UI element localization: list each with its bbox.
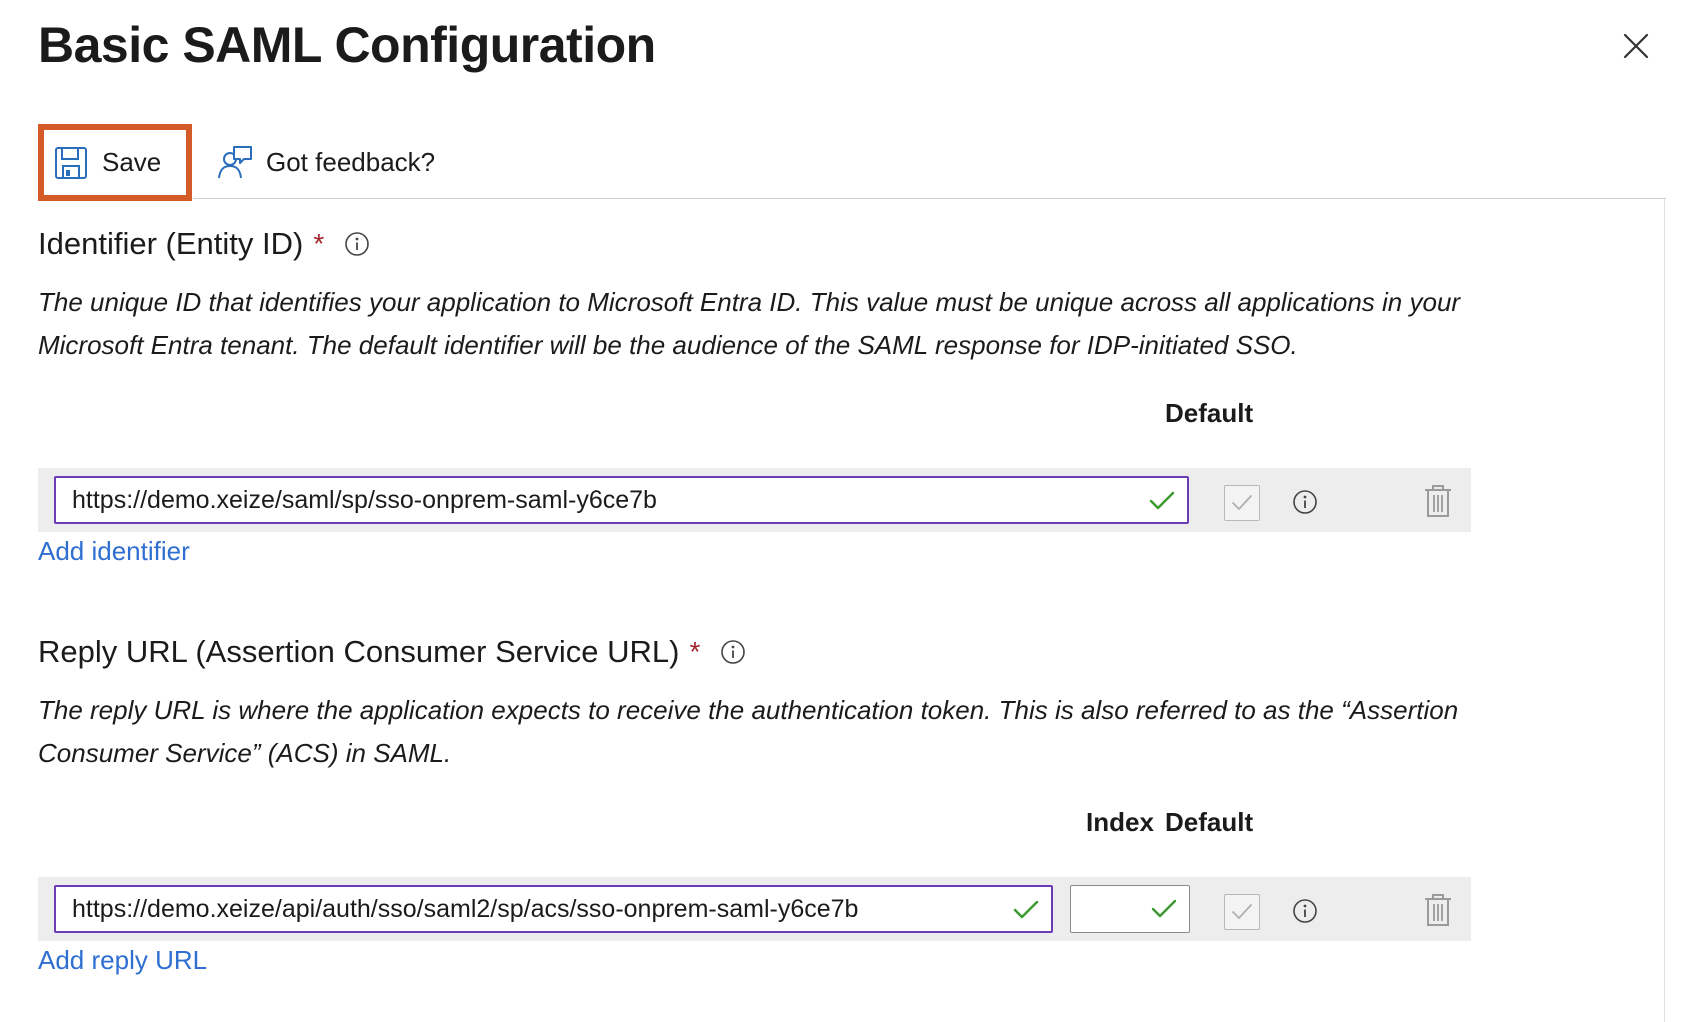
reply-url-heading: Reply URL (Assertion Consumer Service UR… — [38, 634, 746, 670]
saml-config-panel: Basic SAML Configuration Save Got feedba… — [0, 0, 1682, 1022]
info-icon[interactable] — [344, 231, 370, 257]
trash-icon[interactable] — [1424, 893, 1452, 927]
reply-url-index-column-header: Index — [1086, 807, 1154, 837]
required-marker: * — [689, 636, 701, 667]
panel-divider — [1664, 198, 1665, 1022]
reply-url-input[interactable]: https://demo.xeize/api/auth/sso/saml2/sp… — [54, 885, 1053, 933]
save-button-label: Save — [102, 147, 162, 177]
close-button[interactable] — [1620, 30, 1652, 62]
info-icon[interactable] — [1292, 489, 1318, 515]
feedback-person-icon — [218, 146, 252, 179]
checkbox-check-icon — [1232, 904, 1252, 919]
feedback-button-label: Got feedback? — [266, 146, 436, 177]
reply-url-description: The reply URL is where the application e… — [38, 695, 1459, 768]
reply-url-input-value: https://demo.xeize/api/auth/sso/saml2/sp… — [72, 894, 859, 923]
identifier-default-column-header: Default — [1165, 398, 1254, 428]
page-title: Basic SAML Configuration — [38, 17, 656, 73]
command-bar: Save Got feedback? — [38, 124, 1666, 201]
command-bar-divider — [193, 198, 1666, 199]
info-icon[interactable] — [1292, 898, 1318, 924]
checkmark-icon — [1151, 899, 1177, 918]
reply-url-heading-text: Reply URL (Assertion Consumer Service UR… — [38, 634, 680, 669]
floppy-disk-icon — [55, 146, 87, 179]
reply-url-default-column-header: Default — [1165, 807, 1254, 837]
identifier-heading: Identifier (Entity ID) * — [38, 226, 370, 262]
checkmark-icon — [1013, 900, 1039, 919]
identifier-description: The unique ID that identifies your appli… — [38, 287, 1461, 360]
add-identifier-link[interactable]: Add identifier — [38, 536, 190, 567]
checkmark-icon — [1149, 491, 1175, 510]
info-icon[interactable] — [720, 639, 746, 665]
identifier-input[interactable]: https://demo.xeize/saml/sp/sso-onprem-sa… — [54, 476, 1189, 524]
required-marker: * — [313, 228, 325, 259]
checkbox-check-icon — [1232, 495, 1252, 510]
identifier-default-checkbox[interactable] — [1224, 485, 1260, 521]
identifier-heading-text: Identifier (Entity ID) — [38, 226, 304, 261]
reply-url-index-input[interactable] — [1070, 885, 1190, 933]
trash-icon[interactable] — [1424, 484, 1452, 518]
identifier-input-value: https://demo.xeize/saml/sp/sso-onprem-sa… — [72, 485, 657, 514]
close-icon — [1623, 33, 1649, 59]
feedback-button[interactable]: Got feedback? — [218, 142, 435, 182]
add-reply-url-link[interactable]: Add reply URL — [38, 945, 207, 976]
save-button[interactable]: Save — [38, 124, 192, 201]
reply-url-default-checkbox[interactable] — [1224, 894, 1260, 930]
